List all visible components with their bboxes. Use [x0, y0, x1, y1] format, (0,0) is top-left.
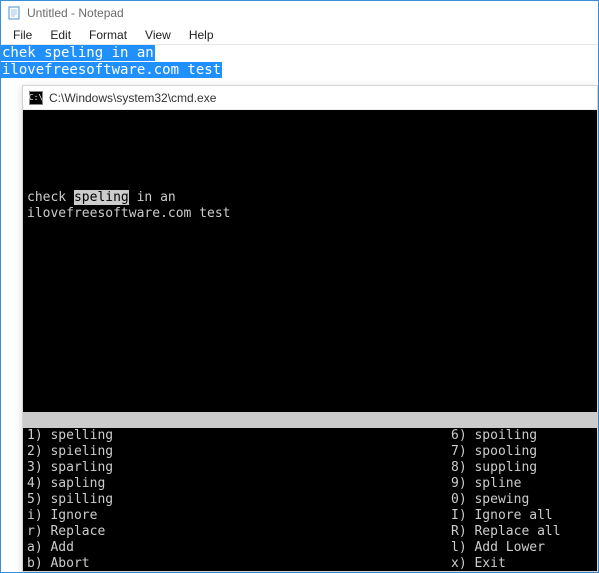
action-ignore: i) Ignore [27, 508, 447, 524]
suggestion-9: 9) spline [451, 476, 597, 492]
action-replace: r) Replace [27, 524, 447, 540]
cmd-separator-top [23, 412, 597, 428]
cmd-blank-area [23, 110, 597, 190]
suggestion-1: 1) spelling [27, 428, 447, 444]
cmd-text-line1: check speling in an [23, 190, 597, 206]
notepad-icon [7, 6, 21, 20]
action-add-lower: l) Add Lower [451, 540, 597, 556]
action-ignore-all: I) Ignore all [451, 508, 597, 524]
suggestion-8: 8) suppling [451, 460, 597, 476]
action-replace-all: R) Replace all [451, 524, 597, 540]
cmd-text-line2: ilovefreesoftware.com test [23, 206, 597, 222]
menu-help[interactable]: Help [181, 26, 222, 44]
suggestion-6: 6) spoiling [451, 428, 597, 444]
action-exit: x) Exit [451, 556, 597, 571]
suggestion-7: 7) spooling [451, 444, 597, 460]
menu-file[interactable]: File [5, 26, 40, 44]
cmd-line1-post: in an [129, 190, 176, 205]
notepad-titlebar[interactable]: Untitled - Notepad [1, 1, 598, 25]
notepad-text-area[interactable]: chek speling in an ilovefreesoftware.com… [1, 45, 598, 79]
selected-text-line2: ilovefreesoftware.com test [1, 62, 222, 78]
notepad-title: Untitled - Notepad [27, 6, 124, 20]
cmd-icon: C:\ [29, 91, 43, 105]
cmd-line1-pre: check [27, 190, 74, 205]
selected-text-line1: chek speling in an [1, 45, 155, 61]
action-abort: b) Abort [27, 556, 447, 571]
cmd-body[interactable]: check speling in an ilovefreesoftware.co… [23, 110, 597, 571]
cmd-title: C:\Windows\system32\cmd.exe [49, 91, 216, 105]
menu-view[interactable]: View [137, 26, 179, 44]
cmd-blank-area2 [23, 222, 597, 412]
suggestion-2: 2) spieling [27, 444, 447, 460]
suggestion-3: 3) sparling [27, 460, 447, 476]
suggestion-4: 4) sapling [27, 476, 447, 492]
cmd-suggestions: 1) spelling 2) spieling 3) sparling 4) s… [23, 428, 597, 571]
cmd-highlighted-word: speling [74, 190, 129, 205]
suggestions-left-col: 1) spelling 2) spieling 3) sparling 4) s… [23, 428, 447, 571]
menu-edit[interactable]: Edit [42, 26, 79, 44]
suggestion-0: 0) spewing [451, 492, 597, 508]
suggestions-right-col: 6) spoiling 7) spooling 8) suppling 9) s… [447, 428, 597, 571]
cmd-window: C:\ C:\Windows\system32\cmd.exe check sp… [22, 85, 598, 572]
suggestion-5: 5) spilling [27, 492, 447, 508]
action-add: a) Add [27, 540, 447, 556]
notepad-menubar: File Edit Format View Help [1, 25, 598, 45]
menu-format[interactable]: Format [81, 26, 135, 44]
cmd-titlebar[interactable]: C:\ C:\Windows\system32\cmd.exe [23, 86, 597, 110]
